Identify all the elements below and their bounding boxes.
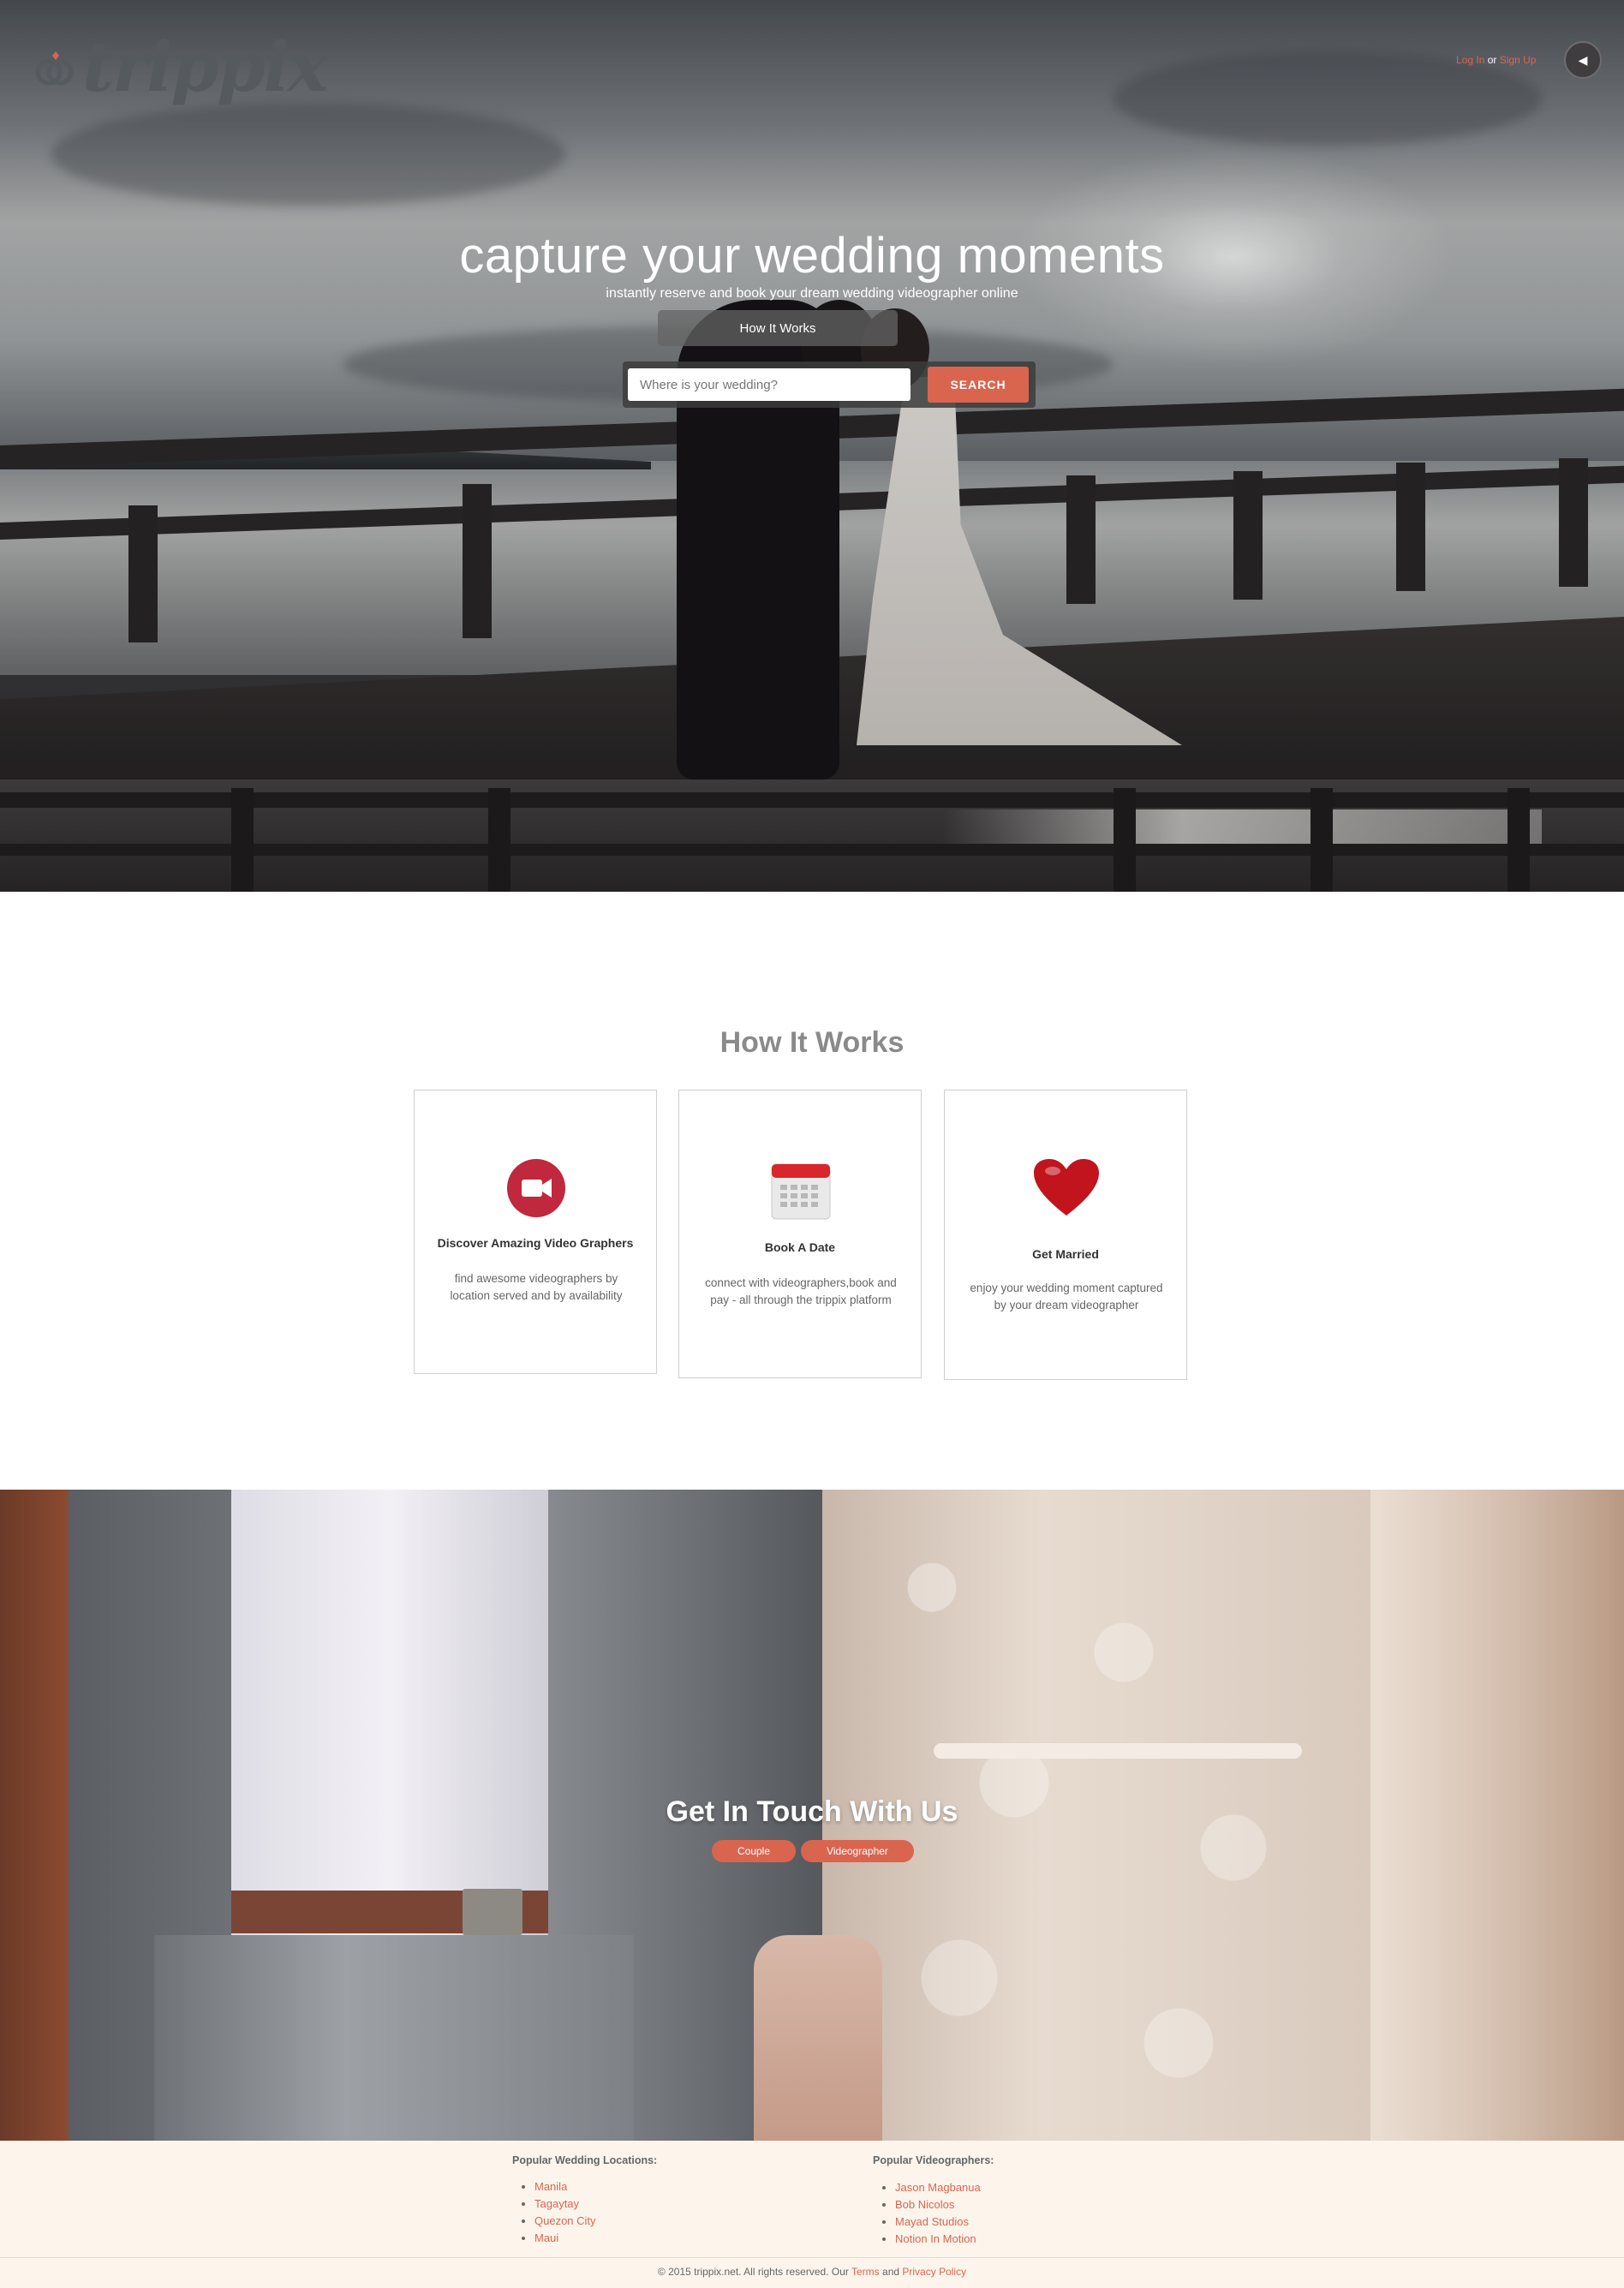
video-camera-icon (507, 1159, 565, 1217)
signup-link[interactable]: Sign Up (1500, 54, 1537, 66)
videographer-link[interactable]: Notion In Motion (895, 2232, 976, 2245)
belt-buckle (463, 1889, 522, 1935)
dress-sash (934, 1743, 1302, 1759)
brand-logo[interactable]: trippix (34, 33, 328, 114)
step-card-book: Book A Date connect with videographers,b… (678, 1090, 922, 1378)
strip-post (488, 788, 510, 892)
brand-name: trippix (82, 27, 328, 107)
strip-post (231, 788, 254, 892)
search-bar: SEARCH (623, 361, 1036, 408)
strip-post (1508, 788, 1530, 892)
videographer-link[interactable]: Jason Magbanua (895, 2181, 981, 2194)
how-it-works-title: How It Works (719, 1026, 905, 1059)
step-title: Book A Date (764, 1240, 836, 1254)
locations-heading: Popular Wedding Locations: (512, 2154, 658, 2166)
location-link[interactable]: Manila (534, 2180, 567, 2193)
privacy-policy-link[interactable]: Privacy Policy (902, 2266, 966, 2278)
how-it-works-button[interactable]: How It Works (658, 310, 898, 346)
list-item: Notion In Motion (895, 2231, 981, 2248)
hero-section (0, 0, 1624, 892)
list-item: Quezon City (534, 2213, 596, 2230)
heart-icon (1034, 1159, 1099, 1216)
videographers-list: Jason Magbanua Bob Nicolos Mayad Studios… (875, 2179, 981, 2248)
wedding-rings-icon (35, 51, 74, 86)
step-title: Discover Amazing Video Graphers (437, 1236, 634, 1250)
locations-list: Manila Tagaytay Quezon City Maui (514, 2178, 596, 2247)
location-link[interactable]: Maui (534, 2231, 558, 2244)
list-item: Bob Nicolos (895, 2196, 981, 2213)
joined-hands (754, 1935, 882, 2141)
step-description: connect with videographers,book and pay … (705, 1276, 897, 1306)
location-link[interactable]: Quezon City (534, 2214, 596, 2227)
groom-pants (154, 1935, 634, 2141)
login-link[interactable]: Log In (1456, 54, 1484, 66)
step-title: Get Married (1032, 1247, 1099, 1261)
list-item: Maui (534, 2230, 596, 2247)
wedding-location-input[interactable] (628, 368, 911, 401)
list-item: Mayad Studios (895, 2213, 981, 2231)
hero-title: capture your wedding moments (459, 228, 1165, 284)
list-item: Tagaytay (534, 2195, 596, 2213)
couple-button[interactable]: Couple (712, 1840, 796, 1862)
hero-subtitle: instantly reserve and book your dream we… (606, 286, 1018, 301)
step-description: find awesome videographers by location s… (450, 1272, 623, 1302)
groom-shirt (231, 1490, 548, 1935)
videographer-link[interactable]: Mayad Studios (895, 2215, 969, 2228)
calendar-icon (771, 1163, 831, 1220)
get-in-touch-title: Get In Touch With Us (666, 1795, 958, 1828)
speaker-icon: ◀ (1578, 52, 1588, 67)
terms-link[interactable]: Terms (851, 2266, 880, 2278)
copyright-and: and (882, 2266, 900, 2278)
step-description: enjoy your wedding moment captured by yo… (970, 1281, 1163, 1311)
strip-water-light (942, 809, 1542, 844)
copyright: © 2015 trippix.net. All rights reserved.… (0, 2266, 1624, 2278)
strip-post (1311, 788, 1333, 892)
videographers-heading: Popular Videographers: (873, 2154, 994, 2166)
auth-links: Log In or Sign Up (1456, 54, 1536, 66)
auth-separator: or (1487, 54, 1497, 66)
footer-divider (0, 2257, 1624, 2258)
step-card-married: Get Married enjoy your wedding moment ca… (944, 1090, 1187, 1380)
videographer-link[interactable]: Bob Nicolos (895, 2198, 954, 2211)
location-link[interactable]: Tagaytay (534, 2197, 579, 2210)
list-item: Manila (534, 2178, 596, 2195)
search-button[interactable]: SEARCH (928, 367, 1029, 403)
list-item: Jason Magbanua (895, 2179, 981, 2196)
step-card-discover: Discover Amazing Video Graphers find awe… (414, 1090, 657, 1374)
videographer-button[interactable]: Videographer (801, 1840, 914, 1862)
strip-post (1114, 788, 1136, 892)
copyright-text: © 2015 trippix.net. All rights reserved.… (657, 2266, 849, 2278)
mute-video-button[interactable]: ◀ (1564, 41, 1602, 79)
